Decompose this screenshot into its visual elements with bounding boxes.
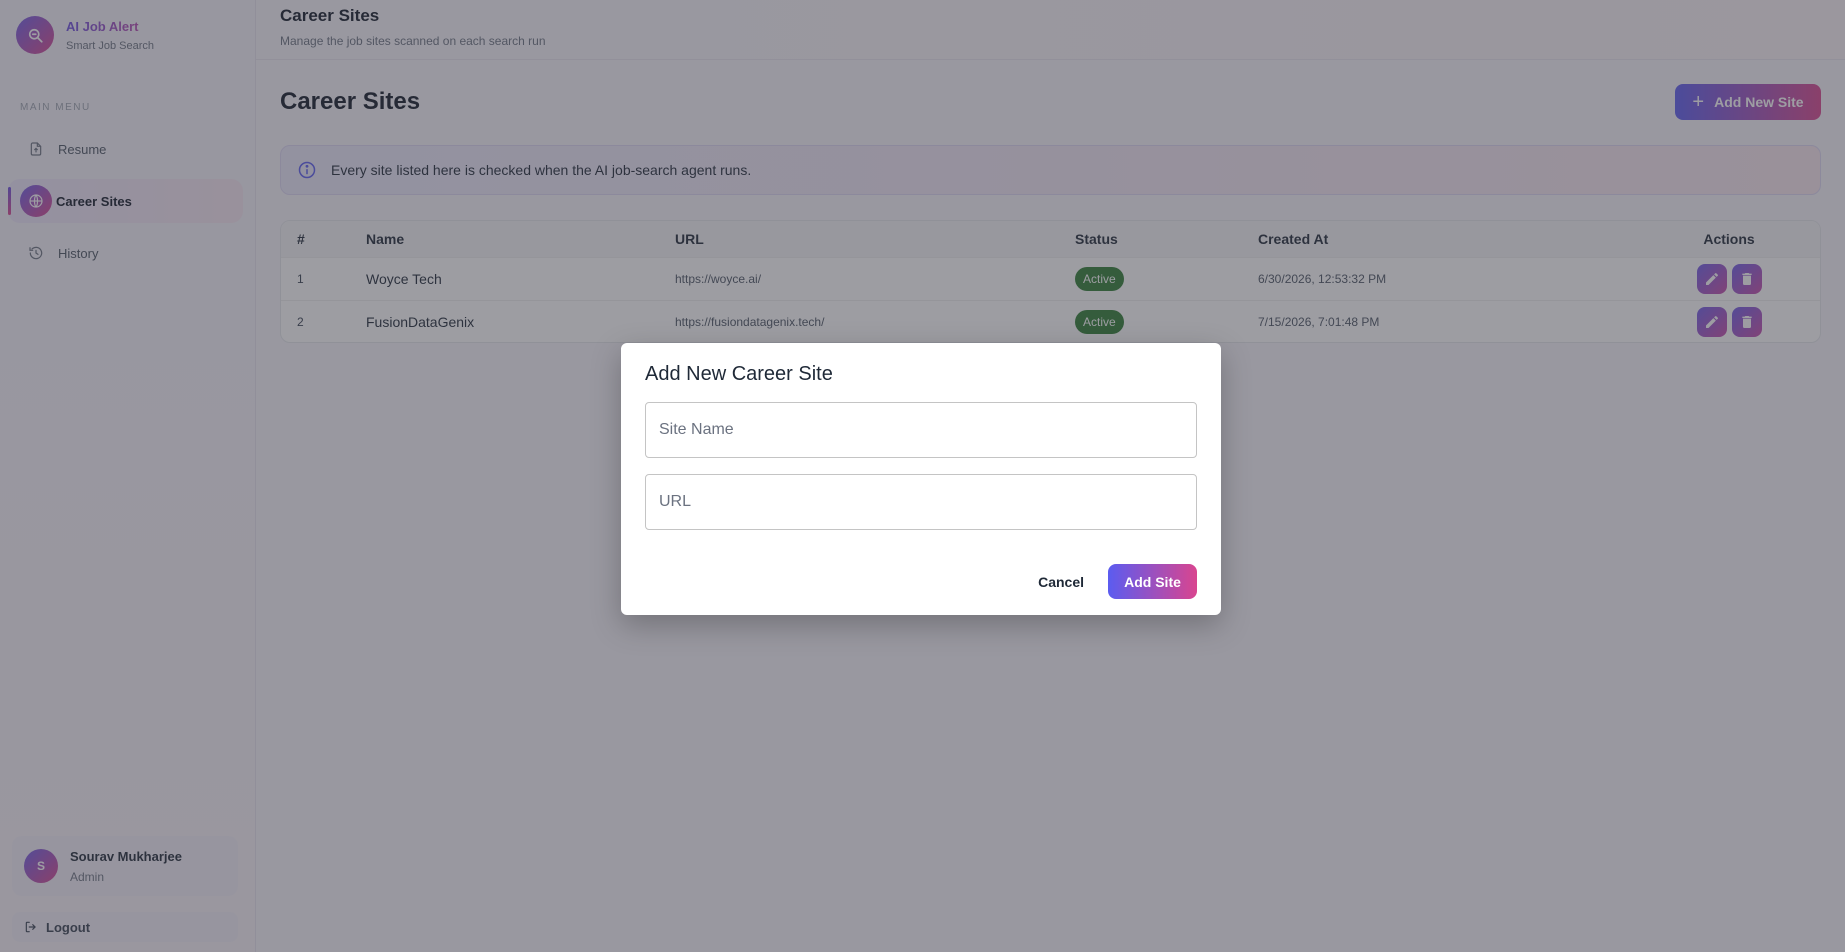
add-site-button[interactable]: Add Site [1108, 564, 1197, 599]
dialog-title: Add New Career Site [645, 363, 833, 385]
cancel-button[interactable]: Cancel [1038, 574, 1084, 590]
add-site-dialog: Add New Career Site Cancel Add Site [621, 343, 1221, 615]
site-name-input[interactable] [645, 402, 1197, 458]
url-input[interactable] [645, 474, 1197, 530]
